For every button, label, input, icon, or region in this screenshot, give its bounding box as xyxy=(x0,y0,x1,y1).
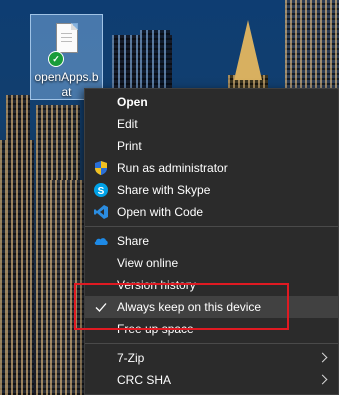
menu-separator xyxy=(85,343,338,344)
menu-item-view-online[interactable]: View online xyxy=(85,252,338,274)
sync-status-check-icon: ✓ xyxy=(48,51,64,67)
menu-item-share[interactable]: Share xyxy=(85,230,338,252)
menu-item-open[interactable]: Open xyxy=(85,91,338,113)
menu-item-label: Share with Skype xyxy=(117,183,211,197)
menu-item-label: Print xyxy=(117,139,142,153)
menu-item-label: 7-Zip xyxy=(117,351,145,365)
skype-icon: S xyxy=(93,182,109,198)
menu-item-edit[interactable]: Edit xyxy=(85,113,338,135)
menu-item-label: CRC SHA xyxy=(117,373,172,387)
vscode-icon xyxy=(93,204,109,220)
onedrive-cloud-icon xyxy=(93,233,109,249)
menu-item-run-as-admin[interactable]: Run as administrator xyxy=(85,157,338,179)
menu-item-print[interactable]: Print xyxy=(85,135,338,157)
menu-item-7zip[interactable]: 7-Zip xyxy=(85,347,338,369)
batch-file-icon xyxy=(56,23,78,53)
submenu-arrow-icon xyxy=(317,374,328,385)
menu-item-label: Edit xyxy=(117,117,138,131)
shield-icon xyxy=(93,160,109,176)
menu-item-label: Run as administrator xyxy=(117,161,228,175)
menu-item-label: Share xyxy=(117,234,150,248)
svg-text:S: S xyxy=(98,186,105,197)
menu-item-share-with-skype[interactable]: S Share with Skype xyxy=(85,179,338,201)
menu-item-label: Open xyxy=(117,95,148,109)
annotation-highlight-box xyxy=(74,283,289,330)
menu-item-label: View online xyxy=(117,256,179,270)
building xyxy=(6,95,30,395)
menu-item-crc-sha[interactable]: CRC SHA xyxy=(85,369,338,391)
menu-item-label: Open with Code xyxy=(117,205,204,219)
menu-separator xyxy=(85,226,338,227)
spire xyxy=(234,20,262,80)
context-menu: Open Edit Print Run as administrator S S… xyxy=(84,88,339,395)
menu-item-open-with-code[interactable]: Open with Code xyxy=(85,201,338,223)
submenu-arrow-icon xyxy=(317,352,328,363)
